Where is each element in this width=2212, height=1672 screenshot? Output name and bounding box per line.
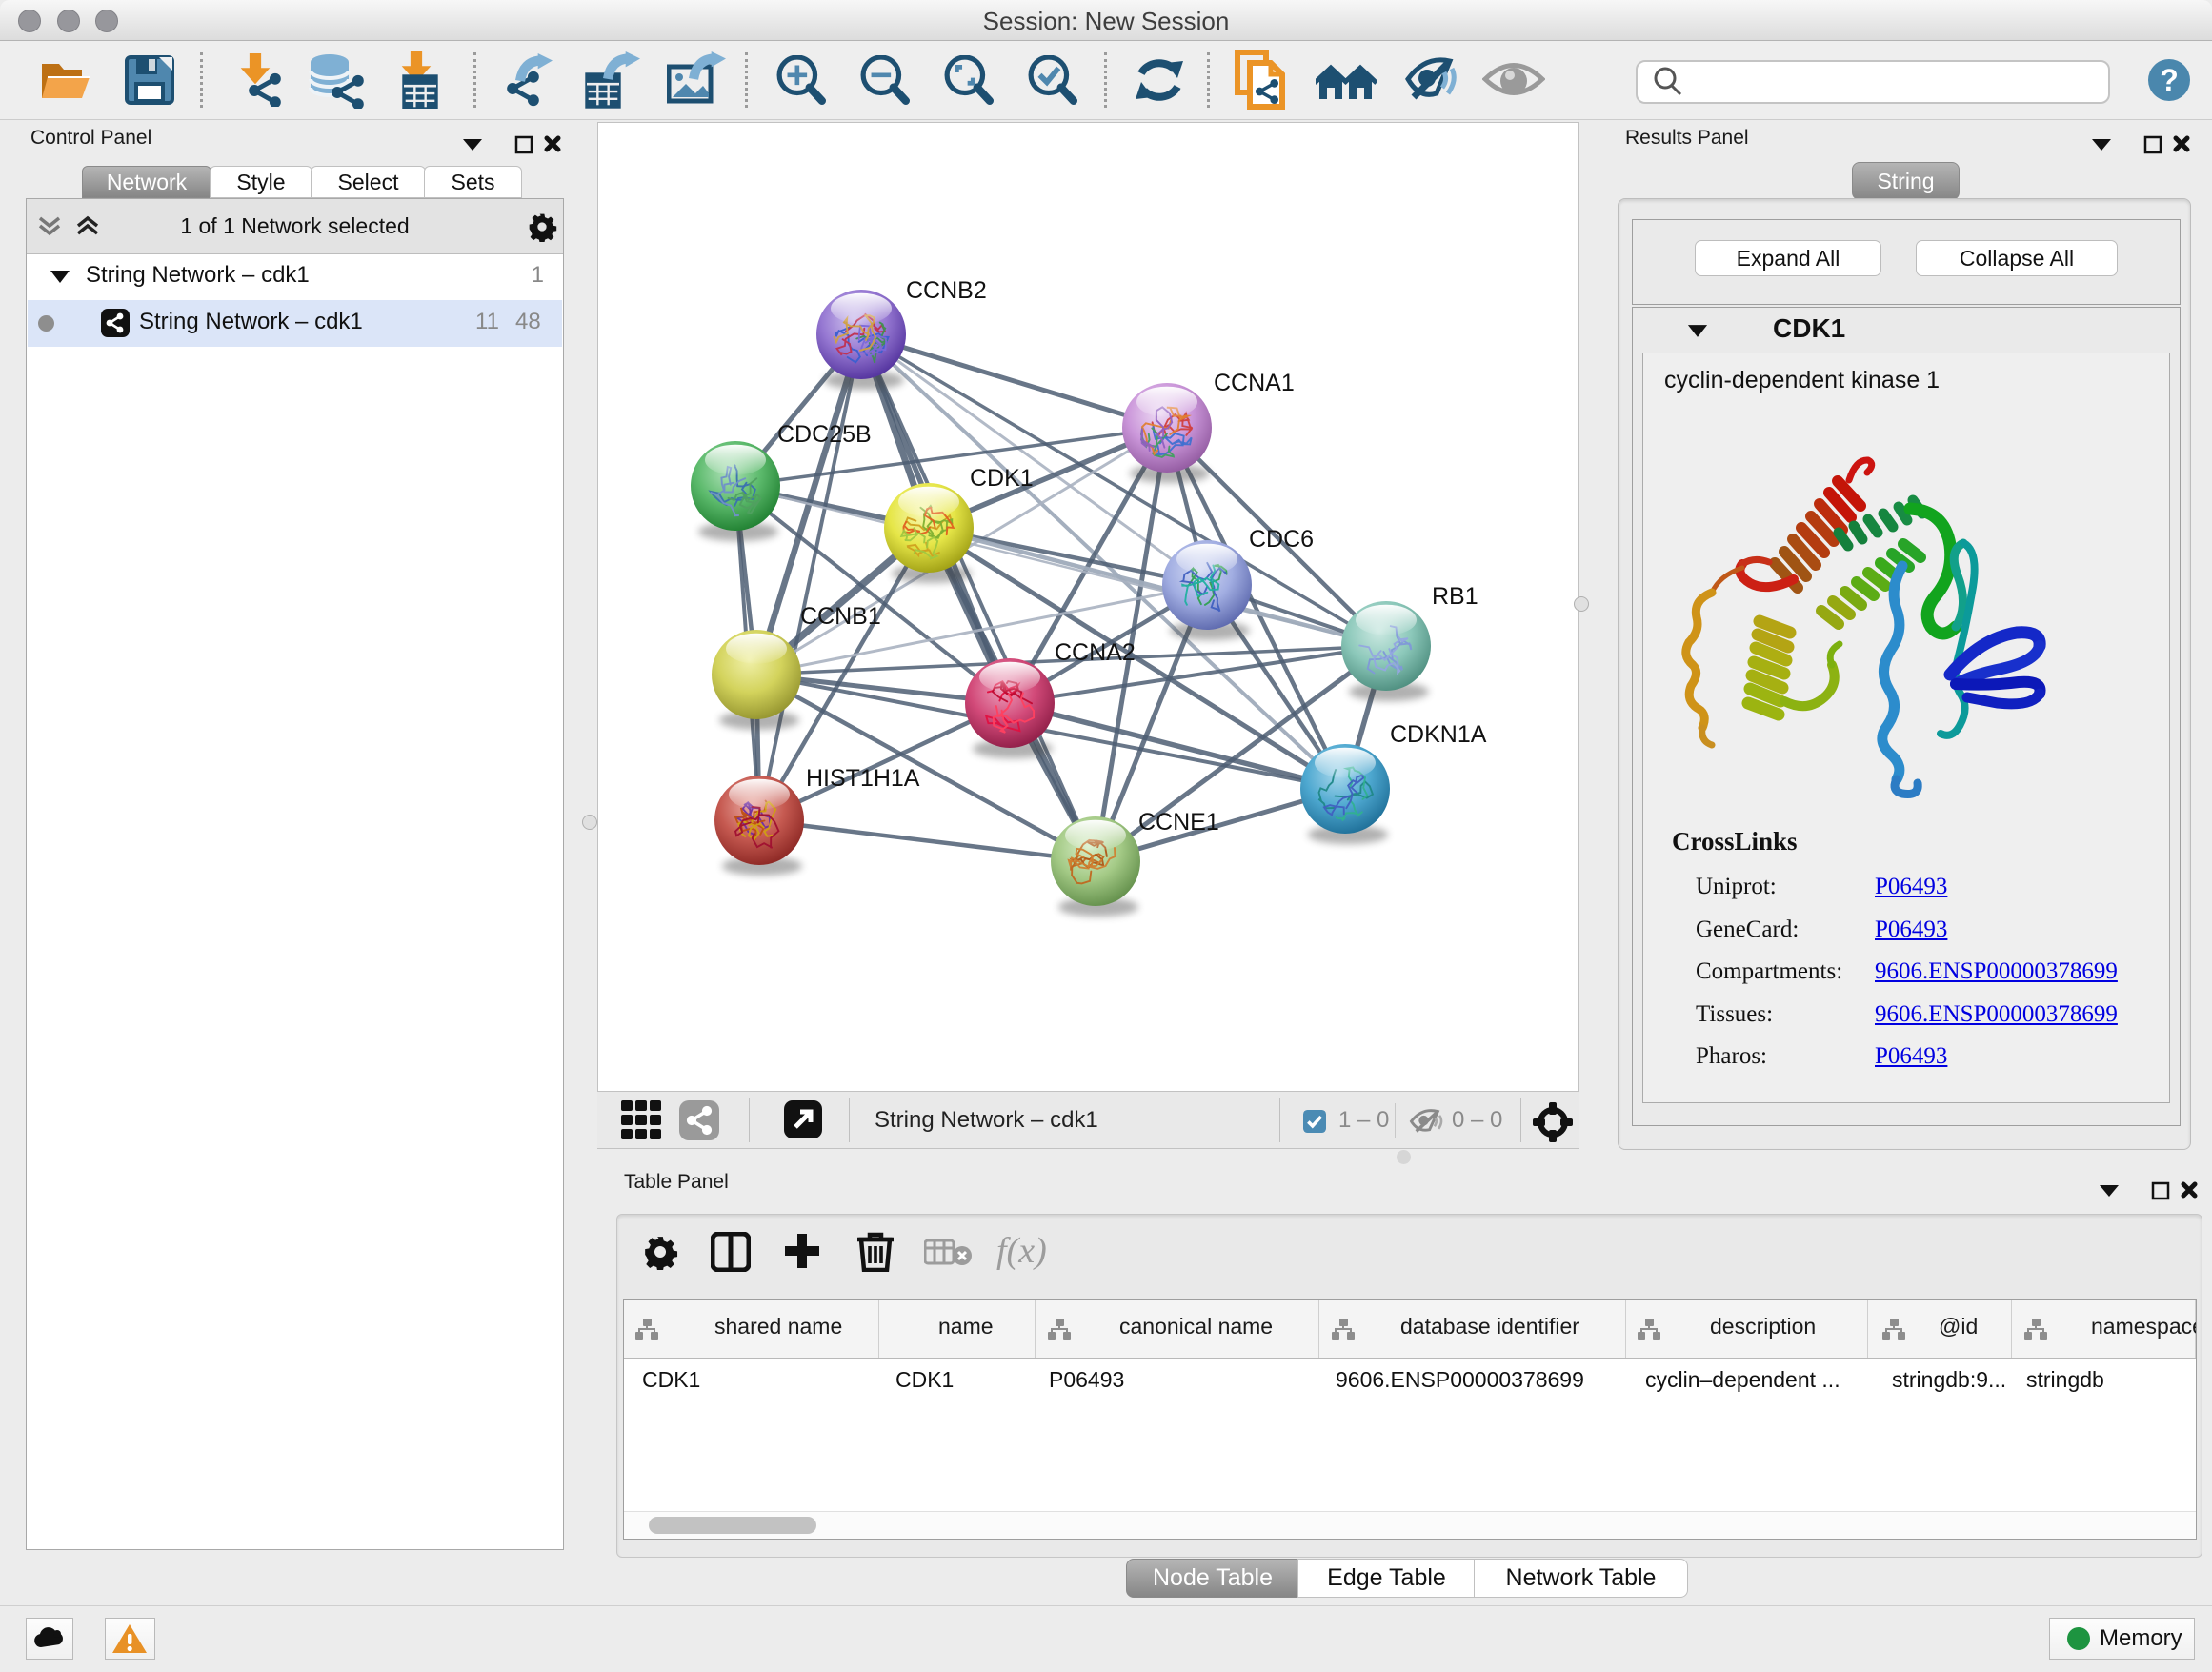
svg-text:HIST1H1A: HIST1H1A [806, 765, 920, 792]
svg-text:CDC6: CDC6 [1249, 526, 1314, 553]
svg-text:?: ? [2160, 63, 2179, 97]
svg-text:RB1: RB1 [1432, 583, 1478, 610]
svg-text:CCNA2: CCNA2 [1055, 639, 1136, 666]
svg-text:CCNA1: CCNA1 [1214, 370, 1295, 396]
svg-text:CCNE1: CCNE1 [1138, 809, 1219, 836]
svg-text:CCNB2: CCNB2 [906, 277, 987, 304]
svg-text:CDK1: CDK1 [970, 465, 1034, 492]
svg-text:CCNB1: CCNB1 [800, 603, 881, 630]
svg-text:CDC25B: CDC25B [777, 421, 872, 448]
svg-text:CDKN1A: CDKN1A [1390, 721, 1487, 748]
